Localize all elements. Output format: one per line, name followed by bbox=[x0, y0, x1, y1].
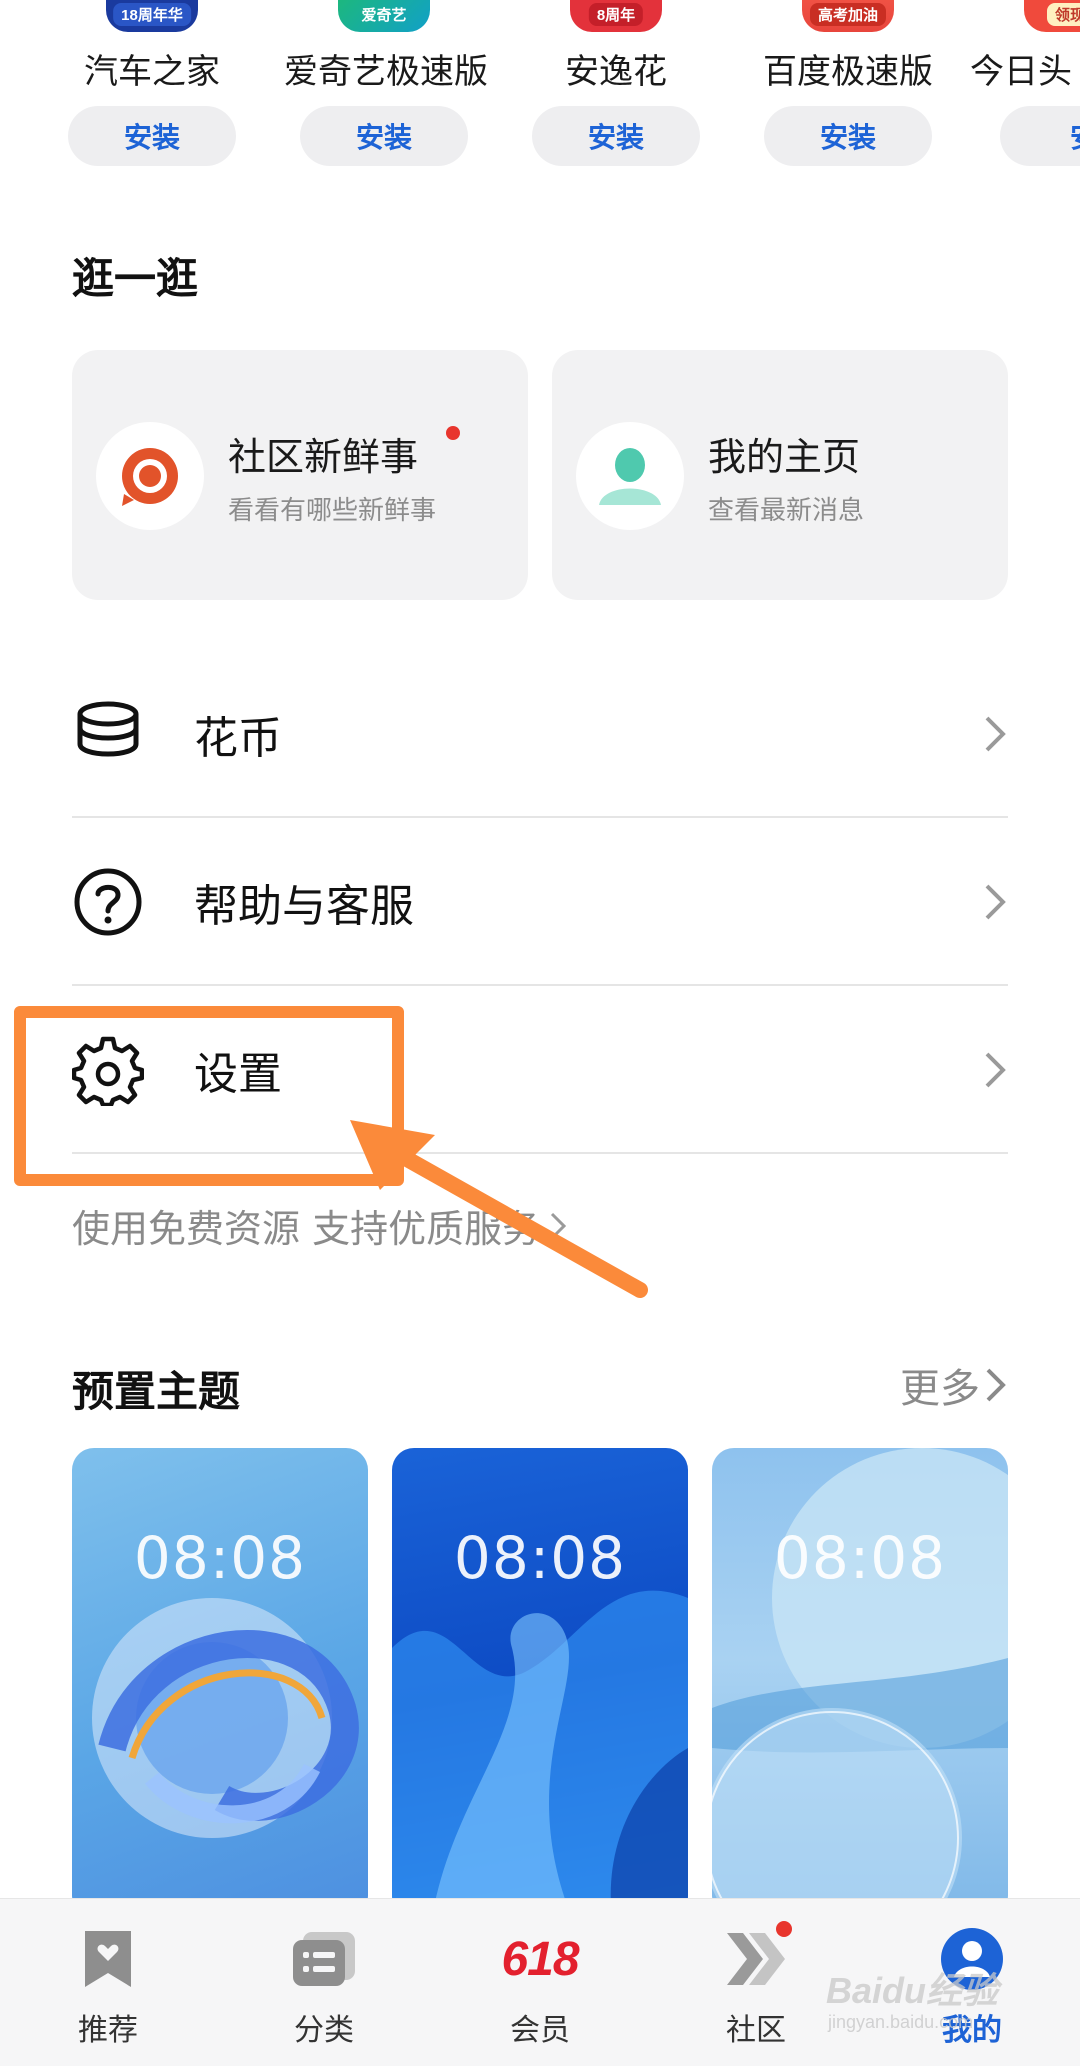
menu-label: 花币 bbox=[194, 713, 282, 764]
card-title: 我的主页 bbox=[708, 435, 861, 479]
baidu-jingyan-watermark: Baidu经验 bbox=[826, 1970, 999, 2011]
profile-icon-circle bbox=[576, 422, 684, 530]
chevron-right-icon bbox=[985, 716, 1006, 752]
preset-themes-title: 预置主题 bbox=[72, 1367, 241, 1416]
chevron-right-icon bbox=[985, 1052, 1006, 1088]
install-button[interactable]: 安装 bbox=[764, 106, 932, 166]
card-title: 社区新鲜事 bbox=[228, 435, 419, 479]
recommended-apps-row: 18周年华 汽车之家 安装 爱奇艺 爱奇艺极速版 安装 8周年 安逸花 安装 高… bbox=[0, 0, 1080, 175]
tab-category[interactable]: 分类 bbox=[216, 1899, 432, 2066]
browse-section-title: 逛一逛 bbox=[72, 254, 199, 303]
my-homepage-card[interactable]: 我的主页 查看最新消息 bbox=[552, 350, 1008, 600]
baidu-app-icon[interactable]: 高考加油 bbox=[802, 0, 894, 32]
app-name: 汽车之家 bbox=[84, 52, 220, 92]
anyihua-app-icon[interactable]: 8周年 bbox=[570, 0, 662, 32]
tab-label: 推荐 bbox=[78, 2013, 138, 2048]
tab-recommend[interactable]: 推荐 bbox=[0, 1899, 216, 2066]
theme-clock: 08:08 bbox=[773, 1524, 947, 1592]
app-item-baidu-lite[interactable]: 高考加油 百度极速版 安装 bbox=[748, 0, 948, 175]
community-icon-circle bbox=[96, 422, 204, 530]
app-name: 今日头 bbox=[970, 52, 1072, 92]
new-badge-dot bbox=[446, 426, 460, 440]
swirl-wallpaper-art bbox=[92, 1598, 359, 1838]
profile-icon bbox=[599, 448, 661, 505]
promo-618-icon: 618 bbox=[501, 1932, 579, 1986]
install-button[interactable]: 安装 bbox=[532, 106, 700, 166]
install-button[interactable]: 安装 bbox=[68, 106, 236, 166]
app-item-autohome[interactable]: 18周年华 汽车之家 安装 bbox=[52, 0, 252, 175]
toutiao-app-icon[interactable]: 领现 bbox=[1024, 0, 1080, 32]
theme-clock: 08:08 bbox=[133, 1524, 307, 1592]
app-item-anyihua[interactable]: 8周年 安逸花 安装 bbox=[516, 0, 716, 175]
app-name: 安逸花 bbox=[565, 52, 667, 92]
menu-item-huabi[interactable]: 花币 bbox=[72, 650, 1008, 818]
menu-item-help[interactable]: 帮助与客服 bbox=[72, 818, 1008, 986]
app-name: 爱奇艺极速版 bbox=[284, 52, 488, 92]
community-news-card[interactable]: 社区新鲜事 看看有哪些新鲜事 bbox=[72, 350, 528, 600]
orange-pointer-arrow bbox=[350, 1120, 648, 1298]
category-list-icon bbox=[290, 1925, 358, 1993]
theme-card-2[interactable]: 08:08 bbox=[392, 1448, 688, 1918]
tab-label: 分类 bbox=[294, 2013, 354, 2048]
theme-clock: 08:08 bbox=[453, 1524, 627, 1592]
liquid-wallpaper-art bbox=[392, 1590, 688, 1918]
autohome-app-icon[interactable]: 18周年华 bbox=[106, 0, 198, 32]
install-button[interactable]: 安 bbox=[1000, 106, 1080, 166]
app-item-toutiao[interactable]: 领现 今日头 安 bbox=[970, 0, 1080, 175]
theme-card-3[interactable]: 08:08 bbox=[712, 1448, 1008, 1918]
community-icon bbox=[122, 448, 178, 506]
app-name: 百度极速版 bbox=[763, 52, 933, 92]
more-themes-link[interactable]: 更多 bbox=[900, 1356, 1008, 1414]
theme-card-1[interactable]: 08:08 bbox=[72, 1448, 368, 1918]
help-question-icon bbox=[74, 868, 142, 936]
bubble-wallpaper-art bbox=[712, 1448, 1008, 1918]
card-subtitle: 查看最新消息 bbox=[708, 496, 865, 526]
app-item-iqiyi-lite[interactable]: 爱奇艺 爱奇艺极速版 安装 bbox=[284, 0, 488, 175]
coins-stack-icon bbox=[77, 701, 139, 757]
more-label: 更多 bbox=[900, 1366, 980, 1412]
card-subtitle: 看看有哪些新鲜事 bbox=[228, 496, 437, 526]
tab-label: 会员 bbox=[510, 2013, 570, 2048]
install-button[interactable]: 安装 bbox=[300, 106, 468, 166]
tab-member[interactable]: 618 会员 bbox=[432, 1899, 648, 2066]
chevron-right-icon bbox=[985, 884, 1006, 920]
heart-bookmark-icon bbox=[74, 1925, 142, 1993]
menu-label: 帮助与客服 bbox=[194, 881, 414, 932]
notification-dot bbox=[776, 1921, 792, 1937]
iqiyi-app-icon[interactable]: 爱奇艺 bbox=[338, 0, 430, 32]
chevron-right-icon bbox=[986, 1368, 1006, 1402]
watermark-url: jingyan.baidu.com bbox=[828, 2012, 974, 2032]
